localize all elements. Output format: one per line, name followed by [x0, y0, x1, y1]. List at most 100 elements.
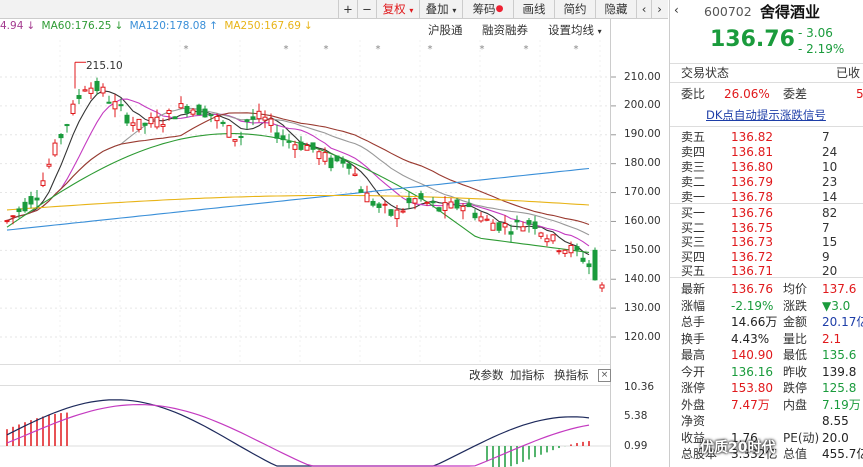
huan-zhibiao-button[interactable]: 换指标: [554, 367, 589, 383]
stat-value: 136.16: [731, 364, 773, 379]
ask-price: 136.81: [731, 145, 773, 159]
arrow-down-icon: ↓: [26, 20, 36, 32]
close-icon[interactable]: ×: [598, 369, 611, 382]
candle-body: [346, 163, 352, 169]
jia-zhibiao-button[interactable]: 加指标: [510, 367, 545, 383]
candlestick-chart[interactable]: * * * * * * * *: [0, 40, 668, 467]
candle-body: [550, 234, 556, 242]
yincang-button[interactable]: 隐藏: [595, 0, 636, 18]
stat-value: 455.7亿: [822, 447, 863, 461]
candle-body: [280, 135, 286, 141]
candle-body: [406, 197, 412, 204]
macd-tick: 10.36: [624, 381, 655, 393]
ask-row[interactable]: 卖五 136.82 7: [670, 129, 863, 145]
stat-label: 涨停: [681, 381, 706, 395]
stat-value: 20.0: [822, 430, 849, 445]
ask-label: 卖四: [681, 145, 706, 159]
candle-body: [142, 122, 148, 126]
candle-body: [448, 201, 454, 209]
candle-body: [580, 257, 586, 262]
chouma-button[interactable]: 筹码●: [462, 0, 513, 18]
rongzi-button[interactable]: 融资融券: [482, 22, 528, 38]
candle-body: [352, 173, 358, 177]
macd-tick: 5.38: [624, 410, 648, 422]
watermark-logo: 优质20时代: [700, 440, 776, 456]
candle-body: [16, 208, 22, 213]
hugutong-button[interactable]: 沪股通: [428, 22, 463, 38]
candle-body: [250, 116, 256, 120]
candle-body: [382, 203, 388, 206]
candle-body: [154, 116, 160, 128]
stat-label: PE(动): [783, 430, 820, 445]
jiange-button[interactable]: 简约: [554, 0, 595, 18]
candle-body: [100, 86, 106, 94]
ask-label: 卖三: [681, 160, 706, 174]
fuquan-button[interactable]: 复权 ▾: [376, 0, 419, 18]
ask-row[interactable]: 卖三 136.80 10: [670, 159, 863, 175]
candle-body: [412, 198, 418, 204]
stat-value: 140.90: [731, 348, 773, 362]
stat-row: 今开 136.16 昨收 139.8: [670, 364, 863, 380]
stat-label: 外盘: [681, 397, 706, 412]
ma250-value: MA250:167.69: [224, 20, 301, 32]
candle-body: [184, 105, 190, 114]
candle-body: [202, 108, 208, 118]
ask-row[interactable]: 卖一 136.78 14: [670, 189, 863, 205]
candle-body: [370, 200, 376, 206]
candle-body: [400, 210, 406, 213]
gai-canshu-button[interactable]: 改参数: [469, 367, 504, 383]
stat-value: 139.8: [822, 364, 857, 379]
weicha-label: 委差: [783, 87, 808, 101]
candle-body: [418, 193, 424, 200]
ask-price: 136.78: [731, 190, 773, 204]
zoom-out-button[interactable]: −: [357, 0, 376, 18]
ask-row[interactable]: 卖二 136.79 23: [670, 174, 863, 190]
next-arrow-icon[interactable]: ›: [651, 0, 667, 18]
junxian-button[interactable]: 设置均线 ▾: [548, 22, 602, 38]
event-marker-icon: *: [184, 44, 189, 55]
candle-body: [40, 180, 46, 186]
current-price: 136.76: [710, 27, 795, 52]
candle-body: [28, 196, 34, 205]
chevron-down-icon: ▾: [597, 27, 602, 36]
stat-label: 最低: [783, 348, 808, 362]
candle-body: [599, 284, 605, 289]
dk-signal-link[interactable]: DK点自动提示涨跌信号: [670, 107, 863, 123]
chevron-down-icon: ▾: [452, 6, 457, 15]
stat-row: 总手 14.66万 金额 20.17亿: [670, 314, 863, 330]
candle-body: [124, 114, 130, 124]
candle-body: [568, 244, 574, 254]
candle-body: [454, 199, 460, 209]
candle-body: [394, 209, 400, 220]
prev-arrow-icon[interactable]: ‹: [636, 0, 651, 18]
stock-name: 舍得酒业: [760, 3, 821, 21]
diejia-label: 叠加: [425, 2, 449, 16]
candle-body: [574, 246, 580, 251]
candle-body: [166, 109, 172, 114]
back-arrow-icon[interactable]: ‹: [674, 3, 679, 17]
stat-row: 涨停 153.80 跌停 125.8: [670, 380, 863, 396]
ask-row[interactable]: 卖四 136.81 24: [670, 144, 863, 160]
event-marker-icon: *: [324, 44, 329, 55]
candle-body: [112, 101, 118, 110]
top-toolbar: + − 复权 ▾ 叠加 ▾ 筹码● 画线 简约 隐藏 ‹ ›: [0, 0, 668, 19]
ask-label: 卖二: [681, 175, 706, 189]
stat-label: 量比: [783, 331, 808, 346]
candle-body: [214, 115, 220, 122]
y-tick: 210.00: [624, 71, 661, 83]
y-tick: 150.00: [624, 244, 661, 256]
huaxian-button[interactable]: 画线: [513, 0, 554, 18]
candle-body: [82, 89, 88, 92]
candle-body: [322, 152, 328, 162]
weibi-value: 26.06%: [724, 87, 770, 101]
ask-volume: 14: [822, 190, 838, 204]
candle-body: [460, 205, 466, 212]
candle-body: [496, 222, 502, 231]
divider: [670, 126, 863, 127]
price-change: - 3.06: [798, 26, 833, 40]
weibi-row: 委比 26.06% 委差 5: [670, 86, 863, 102]
zoom-in-button[interactable]: +: [338, 0, 357, 18]
candles: [4, 77, 605, 292]
diejia-button[interactable]: 叠加 ▾: [419, 0, 462, 18]
bid-row[interactable]: 买五 136.71 20: [670, 263, 863, 279]
